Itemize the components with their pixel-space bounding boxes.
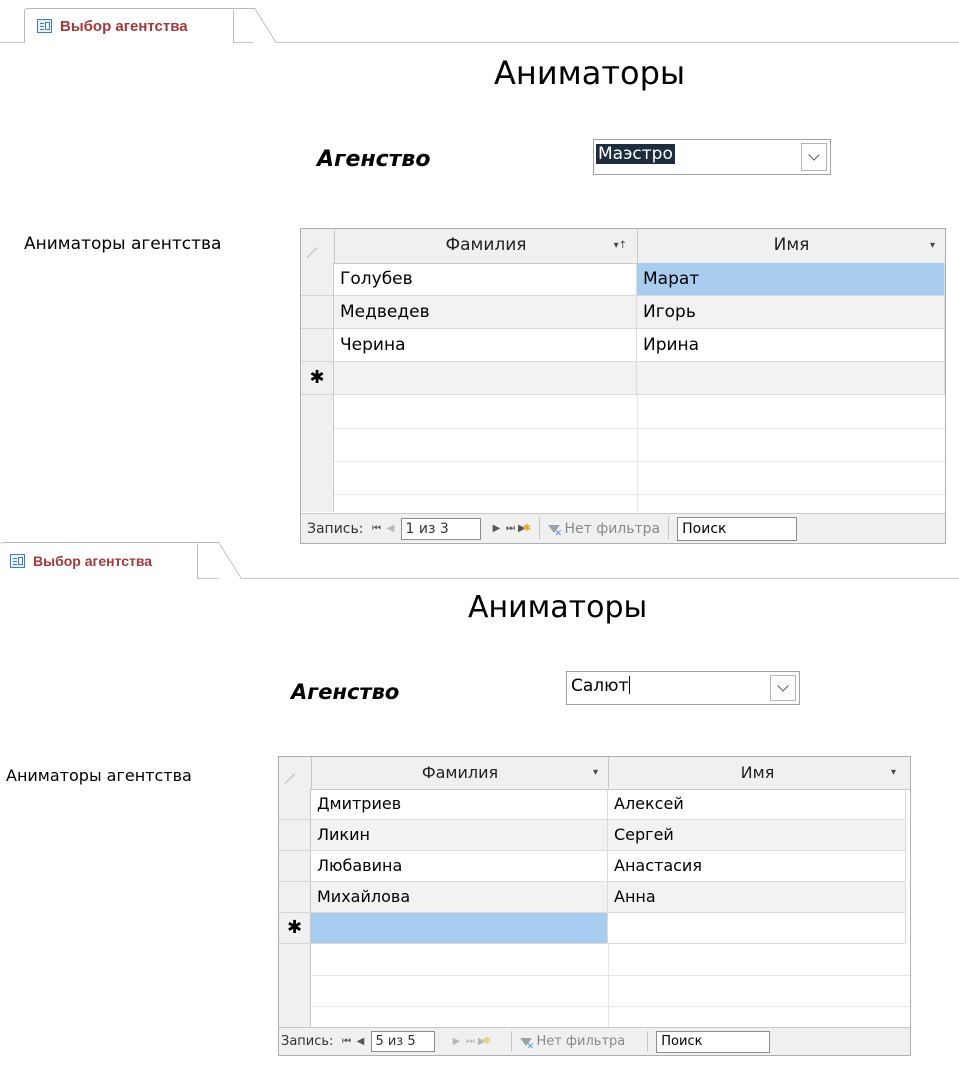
current-record-field[interactable]: 5 из 5 — [371, 1031, 436, 1052]
last-record-button[interactable]: ⏭ — [503, 523, 517, 534]
cell-name[interactable]: Алексей — [608, 789, 906, 820]
cell-name[interactable] — [637, 362, 945, 395]
column-header-surname[interactable]: Фамилия ▾↑ — [334, 229, 637, 263]
new-record-button[interactable]: ▶ ✱ — [517, 523, 531, 534]
new-record-row[interactable]: ✱ — [301, 362, 945, 395]
cell-surname[interactable]: Медведев — [334, 296, 637, 329]
record-selector[interactable] — [301, 263, 334, 296]
form-window-maestro: Выбор агентства Аниматоры Агенство Маэст… — [0, 0, 959, 545]
tab-agency-selection[interactable]: Выбор агентства — [0, 542, 243, 579]
column-menu-icon[interactable]: ▾ — [891, 757, 896, 788]
agency-combobox[interactable]: Салют — [566, 671, 800, 705]
cell-name[interactable] — [608, 913, 906, 944]
dropdown-button[interactable] — [801, 143, 827, 171]
agency-combobox[interactable]: Маэстро — [593, 139, 831, 175]
form-window-salut: Выбор агентства Аниматоры Агенство Салют… — [0, 540, 959, 1081]
agency-label: Агенство — [317, 147, 431, 172]
table-row[interactable]: Дмитриев Алексей — [279, 789, 910, 820]
search-input[interactable]: Поиск — [656, 1030, 771, 1053]
tab-label: Выбор агентства — [33, 553, 153, 569]
current-record-field[interactable]: 1 из 3 — [401, 517, 482, 540]
empty-record-area — [279, 944, 311, 1029]
record-navigation-bar: Запись: ⏮ ◀ 1 из 3 ▶ ⏭ ▶✱ Нет фильтра По… — [301, 513, 945, 543]
tab-agency-selection[interactable]: Выбор агентства — [24, 8, 277, 43]
cell-surname[interactable]: Михайлова — [311, 882, 608, 913]
first-record-button[interactable]: ⏮ — [369, 523, 383, 534]
next-record-button[interactable]: ▶ — [489, 523, 503, 534]
select-all-corner[interactable] — [279, 757, 311, 789]
table-row[interactable]: Ликин Сергей — [279, 820, 910, 851]
agency-combobox-value: Салют — [569, 676, 632, 696]
search-input[interactable]: Поиск — [677, 516, 798, 541]
datasheet-header: Фамилия ▾↑ Имя ▾ — [301, 229, 945, 264]
previous-record-button[interactable]: ◀ — [353, 1036, 367, 1047]
column-menu-icon[interactable]: ▾ — [593, 757, 598, 788]
agency-label: Агенство — [291, 680, 400, 704]
cell-surname[interactable]: Дмитриев — [311, 789, 608, 820]
chevron-down-icon — [777, 680, 789, 692]
tab-label: Выбор агентства — [60, 17, 188, 35]
table-row[interactable]: Медведев Игорь — [301, 296, 945, 329]
record-label: Запись: — [307, 520, 364, 537]
subform-label: Аниматоры агентства — [6, 766, 192, 785]
agency-combobox-value: Маэстро — [596, 144, 675, 164]
cell-name[interactable]: Игорь — [637, 296, 945, 329]
record-selector[interactable] — [301, 296, 334, 329]
new-record-icon: ✱ — [309, 367, 325, 388]
filter-indicator[interactable]: Нет фильтра — [520, 1034, 625, 1052]
cell-name[interactable]: Анна — [608, 882, 906, 913]
column-header-name[interactable]: Имя ▾ — [637, 229, 945, 263]
next-record-button[interactable]: ▶ — [449, 1036, 463, 1047]
cell-name[interactable]: Марат — [637, 263, 945, 296]
sort-asc-icon[interactable]: ▾↑ — [614, 229, 627, 262]
first-record-button[interactable]: ⏮ — [339, 1036, 353, 1047]
record-selector[interactable] — [301, 329, 334, 362]
record-navigation-bar: Запись: ⏮ ◀ 5 из 5 ▶ ⏭ ▶✱ Нет фильтра По… — [279, 1027, 910, 1055]
record-selector[interactable] — [279, 820, 311, 851]
cell-surname[interactable]: Голубев — [334, 263, 637, 296]
chevron-down-icon — [808, 149, 820, 161]
table-row[interactable]: Любавина Анастасия — [279, 851, 910, 882]
cell-surname[interactable]: Ликин — [311, 820, 608, 851]
filter-off-icon — [520, 1037, 534, 1052]
cell-surname[interactable] — [311, 913, 608, 944]
animators-datasheet: Фамилия ▾ Имя ▾ Дмитриев Алексей Ликин Сер… — [278, 756, 911, 1056]
cell-surname[interactable]: Черина — [334, 329, 637, 362]
record-selector[interactable]: ✱ — [279, 913, 311, 944]
form-icon — [10, 554, 25, 568]
cell-surname[interactable] — [334, 362, 637, 395]
record-selector[interactable] — [279, 789, 311, 820]
datasheet-header: Фамилия ▾ Имя ▾ — [279, 757, 910, 790]
new-record-row[interactable]: ✱ — [279, 913, 910, 944]
dropdown-button[interactable] — [770, 675, 796, 701]
last-record-button[interactable]: ⏭ — [463, 1036, 477, 1047]
filter-indicator[interactable]: Нет фильтра — [548, 521, 660, 539]
column-header-surname[interactable]: Фамилия ▾ — [311, 757, 608, 789]
column-menu-icon[interactable]: ▾ — [930, 229, 935, 262]
table-row[interactable]: Голубев Марат — [301, 263, 945, 296]
cell-name[interactable]: Анастасия — [608, 851, 906, 882]
record-selector[interactable] — [279, 882, 311, 913]
record-selector[interactable] — [279, 851, 311, 882]
empty-record-area — [301, 395, 334, 512]
cell-surname[interactable]: Любавина — [311, 851, 608, 882]
record-label: Запись: — [281, 1034, 334, 1049]
column-header-name[interactable]: Имя ▾ — [608, 757, 906, 789]
record-selector[interactable]: ✱ — [301, 362, 334, 395]
animators-datasheet: Фамилия ▾↑ Имя ▾ Голубев Марат Медведев Иг… — [300, 228, 946, 544]
table-row[interactable]: Михайлова Анна — [279, 882, 910, 913]
new-record-icon: ✱ — [286, 917, 303, 938]
cell-name[interactable]: Ирина — [637, 329, 945, 362]
cell-name[interactable]: Сергей — [608, 820, 906, 851]
select-all-corner[interactable] — [301, 229, 334, 263]
filter-off-icon — [548, 524, 562, 539]
table-row[interactable]: Черина Ирина — [301, 329, 945, 362]
previous-record-button[interactable]: ◀ — [383, 523, 397, 534]
new-record-button[interactable]: ▶ ✱ — [477, 1036, 491, 1047]
form-title: Аниматоры — [468, 590, 648, 625]
form-icon — [37, 19, 52, 33]
subform-label: Аниматоры агентства — [24, 234, 222, 254]
form-title: Аниматоры — [494, 54, 686, 92]
